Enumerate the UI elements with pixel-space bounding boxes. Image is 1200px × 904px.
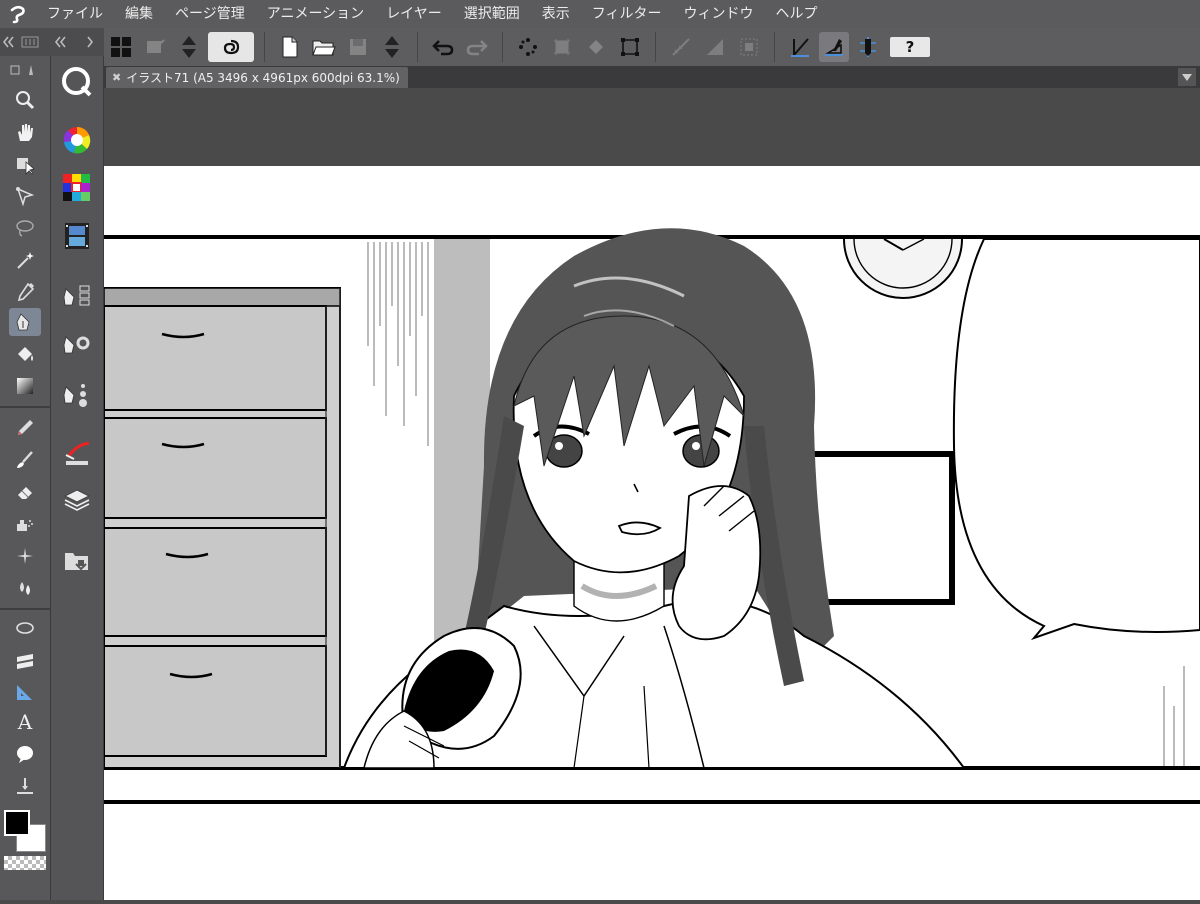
menu-edit[interactable]: 編集 xyxy=(114,0,164,28)
main-color-swatch[interactable] xyxy=(4,810,30,836)
vector-snap-icon[interactable] xyxy=(853,32,883,62)
toolbar-separator xyxy=(774,32,775,62)
snap-to-special-ruler-icon[interactable] xyxy=(700,32,730,62)
expand-right-icon[interactable] xyxy=(87,36,94,48)
drawer-cabinet xyxy=(103,287,341,769)
brush-size-icon[interactable] xyxy=(59,376,95,412)
command-bar: ? xyxy=(104,28,1200,67)
clear-selection-icon[interactable] xyxy=(513,32,543,62)
document-tab-title: イラスト71 (A5 3496 x 4961px 600dpi 63.1%) xyxy=(126,71,400,85)
perspective-ruler-icon[interactable] xyxy=(819,32,849,62)
open-folder-icon[interactable] xyxy=(309,32,339,62)
menu-selection[interactable]: 選択範囲 xyxy=(453,0,531,28)
material-icon[interactable] xyxy=(59,542,95,578)
transparent-color-swatch[interactable] xyxy=(4,856,46,870)
toolbar-separator xyxy=(264,32,265,62)
redo-icon[interactable] xyxy=(462,32,492,62)
toolbar-separator xyxy=(502,32,503,62)
menu-help[interactable]: ヘルプ xyxy=(765,0,829,28)
document-tab-bar: ✖ イラスト71 (A5 3496 x 4961px 600dpi 63.1%) xyxy=(104,66,1200,88)
color-wheel-icon[interactable] xyxy=(59,122,95,158)
undo-icon[interactable] xyxy=(428,32,458,62)
crop-icon[interactable] xyxy=(547,32,577,62)
ruler-tool-icon[interactable] xyxy=(9,678,41,706)
canvas-page[interactable] xyxy=(103,166,1200,900)
panel-icon-column xyxy=(51,56,104,900)
app-logo-icon[interactable] xyxy=(0,0,36,28)
menu-window[interactable]: ウィンドウ xyxy=(673,0,765,28)
menu-page[interactable]: ページ管理 xyxy=(164,0,256,28)
menu-layer[interactable]: レイヤー xyxy=(375,0,453,28)
tool-property-icon[interactable] xyxy=(59,326,95,362)
text-tool-glyph: A xyxy=(17,710,33,734)
tool-palette: A xyxy=(0,56,51,900)
up-down-arrow-icon-2[interactable] xyxy=(377,32,407,62)
magic-wand-tool-icon[interactable] xyxy=(9,246,41,274)
zoom-tool-icon[interactable] xyxy=(9,86,41,114)
layer-property-icon[interactable] xyxy=(59,436,95,472)
transform-icon[interactable] xyxy=(615,32,645,62)
document-tab[interactable]: ✖ イラスト71 (A5 3496 x 4961px 600dpi 63.1%) xyxy=(106,67,408,88)
balloon-tool-icon[interactable] xyxy=(9,740,41,768)
tool-separator xyxy=(0,406,50,408)
eyedropper-tool-icon[interactable] xyxy=(9,278,41,306)
frame-border-tool-icon[interactable] xyxy=(9,646,41,674)
panel-grip-icon[interactable] xyxy=(21,36,39,48)
help-button-label: ? xyxy=(890,37,930,57)
snap-to-ruler-icon[interactable] xyxy=(666,32,696,62)
collapse-left-icon[interactable] xyxy=(2,36,14,48)
gradient-tool-icon[interactable] xyxy=(9,372,41,400)
left-panel-tabs xyxy=(0,28,104,57)
pencil-tool-icon[interactable] xyxy=(9,414,41,442)
up-down-arrow-icon[interactable] xyxy=(174,32,204,62)
layer-icon[interactable] xyxy=(59,482,95,518)
hand-tool-icon[interactable] xyxy=(9,118,41,146)
tool-separator xyxy=(0,608,50,610)
menu-animation[interactable]: アニメーション xyxy=(256,0,375,28)
canvas-area[interactable] xyxy=(103,88,1200,900)
snap-to-grid-icon[interactable] xyxy=(734,32,764,62)
new-file-icon[interactable] xyxy=(275,32,305,62)
sync-status-icon[interactable] xyxy=(208,32,254,62)
save-icon[interactable] xyxy=(343,32,373,62)
tab-menu-icon[interactable] xyxy=(1178,68,1196,86)
lasso-tool-icon[interactable] xyxy=(9,214,41,242)
menu-view[interactable]: 表示 xyxy=(531,0,581,28)
figure-tool-icon[interactable] xyxy=(9,614,41,642)
operation-tool-icon[interactable] xyxy=(9,182,41,210)
text-tool-icon[interactable]: A xyxy=(9,708,41,736)
fill-selection-icon[interactable] xyxy=(581,32,611,62)
navigator-icon[interactable] xyxy=(59,64,95,100)
manga-artwork xyxy=(103,228,1200,804)
close-tab-icon[interactable]: ✖ xyxy=(112,71,121,84)
import-icon[interactable] xyxy=(140,32,170,62)
brush-tool-icon[interactable] xyxy=(9,446,41,474)
speech-balloon xyxy=(952,238,1200,641)
airbrush-tool-icon[interactable] xyxy=(9,510,41,538)
line-correction-tool-icon[interactable] xyxy=(9,772,41,800)
toolbar-separator xyxy=(417,32,418,62)
menu-bar: ファイル 編集 ページ管理 アニメーション レイヤー 選択範囲 表示 フィルター… xyxy=(0,0,1200,29)
pen-tool-icon[interactable] xyxy=(9,308,41,336)
object-tool-icon[interactable] xyxy=(9,150,41,178)
toolbar-separator xyxy=(655,32,656,62)
eraser-tool-icon[interactable] xyxy=(9,478,41,506)
fill-tool-icon[interactable] xyxy=(9,340,41,368)
help-button[interactable]: ? xyxy=(887,32,933,62)
decoration-tool-icon[interactable] xyxy=(9,542,41,570)
wall-clock xyxy=(843,238,963,299)
tool-palette-menu-icon[interactable] xyxy=(9,58,41,86)
ruler-pen-icon[interactable] xyxy=(785,32,815,62)
menu-filter[interactable]: フィルター xyxy=(581,0,673,28)
color-set-icon[interactable] xyxy=(59,170,95,206)
collapse-sub-left-icon[interactable] xyxy=(54,36,66,48)
menu-file[interactable]: ファイル xyxy=(36,0,114,28)
timeline-icon[interactable] xyxy=(59,218,95,254)
sub-tool-icon[interactable] xyxy=(59,278,95,314)
layout-grid-icon[interactable] xyxy=(106,32,136,62)
blend-tool-icon[interactable] xyxy=(9,574,41,602)
